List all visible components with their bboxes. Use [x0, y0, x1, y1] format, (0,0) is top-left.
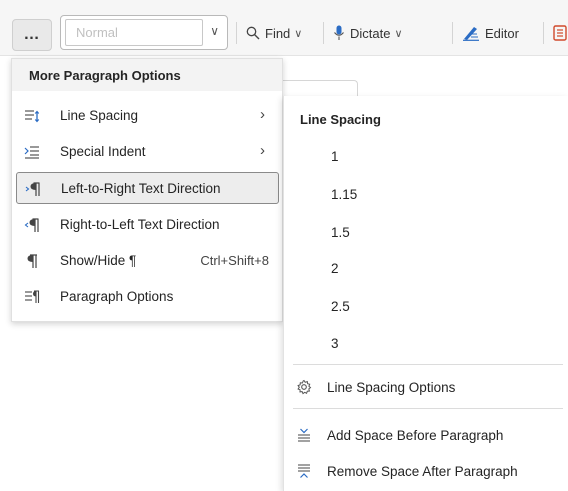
menu-item-rtl-direction[interactable]: Right-to-Left Text Direction: [16, 209, 279, 241]
add-in-icon: [553, 25, 567, 41]
line-spacing-option[interactable]: 2: [331, 261, 339, 276]
keyboard-shortcut: Ctrl+Shift+8: [200, 253, 269, 268]
submenu-divider: [293, 408, 563, 409]
menu-item-label: Show/Hide ¶: [60, 253, 137, 268]
chevron-down-icon: ∨: [294, 27, 303, 40]
add-space-before-button[interactable]: Add Space Before Paragraph: [294, 424, 564, 446]
microphone-icon: [333, 25, 345, 41]
chevron-right-icon: ›: [260, 142, 265, 159]
ribbon-toolbar: … Normal ∨ Find ∨ Dictate ∨ Editor: [0, 0, 568, 56]
action-label: Line Spacing Options: [327, 379, 456, 395]
menu-header: More Paragraph Options: [12, 59, 282, 91]
toolbar-divider: [452, 22, 453, 44]
menu-item-label: Paragraph Options: [60, 289, 174, 304]
search-icon: [246, 26, 260, 40]
style-dropdown[interactable]: Normal ∨: [60, 15, 228, 50]
editor-button[interactable]: Editor: [462, 22, 519, 44]
paragraph-options-icon: [24, 289, 40, 305]
line-spacing-icon: [24, 108, 40, 124]
action-label: Remove Space After Paragraph: [327, 463, 518, 479]
paragraph-options-menu: More Paragraph Options Line Spacing › Sp…: [11, 58, 283, 322]
submenu-divider: [293, 364, 563, 365]
remove-space-after-icon: [294, 462, 314, 480]
menu-item-line-spacing[interactable]: Line Spacing ›: [16, 100, 279, 132]
action-label: Add Space Before Paragraph: [327, 427, 504, 443]
rtl-direction-icon: [24, 217, 40, 233]
chevron-right-icon: ›: [260, 106, 265, 123]
special-indent-icon: [24, 144, 40, 160]
line-spacing-option[interactable]: 3: [331, 336, 339, 351]
pilcrow-icon: [24, 253, 40, 269]
gear-icon: [294, 378, 314, 396]
line-spacing-option[interactable]: 2.5: [331, 299, 350, 314]
submenu-header: Line Spacing: [300, 112, 381, 127]
menu-item-label: Right-to-Left Text Direction: [60, 217, 220, 232]
ltr-direction-icon: [25, 181, 41, 197]
menu-item-label: Line Spacing: [60, 108, 139, 123]
menu-item-label: Special Indent: [60, 144, 146, 159]
menu-item-ltr-direction[interactable]: Left-to-Right Text Direction: [16, 172, 279, 204]
menu-item-show-hide[interactable]: Show/Hide ¶ Ctrl+Shift+8: [16, 245, 279, 277]
find-button[interactable]: Find ∨: [246, 22, 302, 44]
line-spacing-submenu: Line Spacing 1 1.15 1.5 2 2.5 3 Line Spa…: [283, 96, 568, 491]
dictate-label: Dictate: [350, 25, 391, 41]
toolbar-divider: [236, 22, 237, 44]
chevron-down-icon: ∨: [394, 27, 403, 40]
line-spacing-option[interactable]: 1: [331, 149, 339, 164]
style-input[interactable]: Normal: [65, 19, 203, 46]
line-spacing-options-button[interactable]: Line Spacing Options: [294, 376, 564, 398]
menu-item-special-indent[interactable]: Special Indent ›: [16, 136, 279, 168]
menu-item-paragraph-options[interactable]: Paragraph Options: [16, 281, 279, 313]
remove-space-after-button[interactable]: Remove Space After Paragraph: [294, 460, 564, 482]
add-in-button[interactable]: [553, 22, 568, 44]
add-space-before-icon: [294, 426, 314, 444]
editor-pen-icon: [462, 25, 480, 41]
toolbar-divider: [543, 22, 544, 44]
editor-label: Editor: [485, 25, 519, 41]
more-options-button[interactable]: …: [12, 19, 52, 51]
menu-item-label: Left-to-Right Text Direction: [61, 181, 221, 196]
chevron-down-icon[interactable]: ∨: [210, 24, 219, 38]
line-spacing-option[interactable]: 1.5: [331, 225, 350, 240]
line-spacing-option[interactable]: 1.15: [331, 187, 357, 202]
find-label: Find: [265, 25, 291, 41]
dictate-button[interactable]: Dictate ∨: [333, 22, 403, 44]
toolbar-divider: [323, 22, 324, 44]
